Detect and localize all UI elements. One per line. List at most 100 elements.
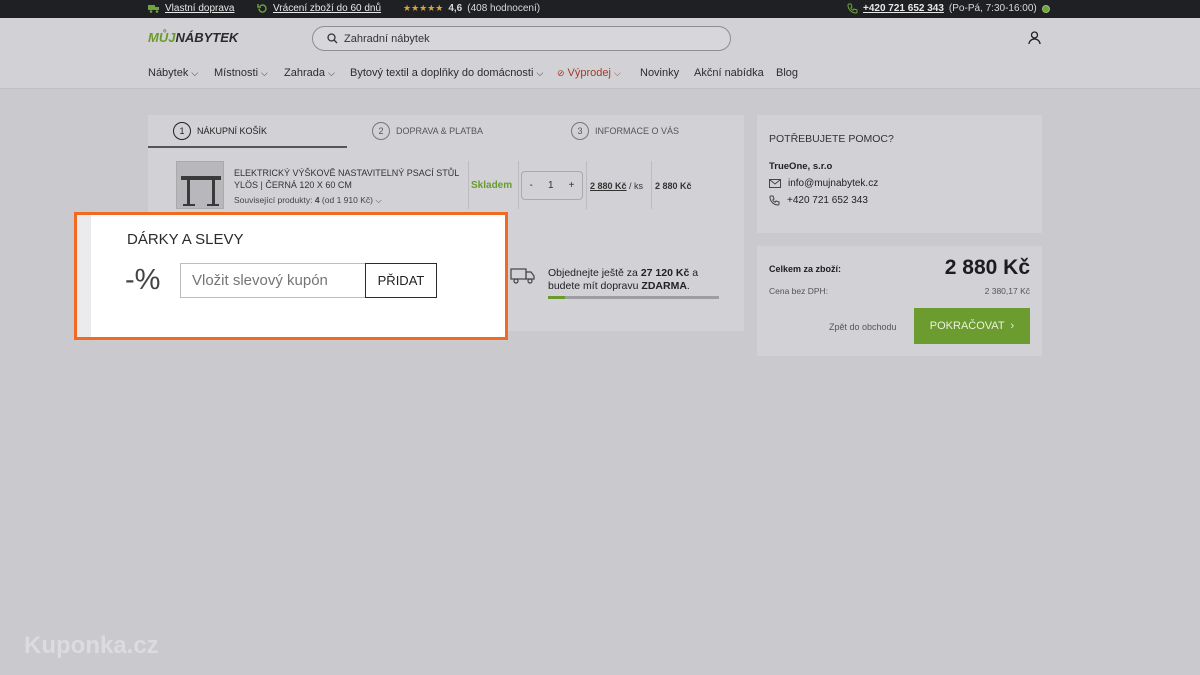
opening-hours: (Po-Pá, 7:30-16:00) (948, 3, 1037, 14)
line-total: 2 880 Kč (655, 181, 692, 191)
step-number: 2 (372, 122, 390, 140)
nav-item-zahrada[interactable]: Zahrada ⌵ (284, 67, 335, 79)
chevron-down-icon: ⌵ (613, 67, 621, 78)
unit-suffix: / ks (629, 181, 644, 191)
nav-item-blog[interactable]: Blog (776, 67, 798, 79)
nav-item-nabytek[interactable]: Nábytek ⌵ (148, 67, 198, 79)
nav-item-vyprodej[interactable]: ⊘ Výprodej ⌵ (557, 67, 621, 79)
help-panel: POTŘEBUJETE POMOC? TrueOne, s.r.o info@m… (757, 115, 1042, 233)
logo-part-b: NÁBYTEK (175, 30, 239, 45)
ship-text-b: a (692, 267, 699, 279)
progress-fill (548, 296, 566, 299)
step-number: 1 (173, 122, 191, 140)
back-to-shop-link[interactable]: Zpět do obchodu (829, 322, 897, 332)
step-label: INFORMACE O VÁS (595, 126, 680, 136)
free-shipping-text: Objednejte ještě za 27 120 Kč a budete m… (548, 267, 699, 292)
qty-value[interactable]: 1 (548, 180, 554, 191)
add-coupon-button[interactable]: PŘIDAT (365, 263, 437, 298)
site-logo[interactable]: MŮJNÁBYTEK (148, 30, 238, 45)
logo-part-a: MŮJ (148, 30, 176, 45)
related-products[interactable]: Související produkty: 4 (od 1 910 Kč) ⌵ (234, 195, 382, 206)
step-info[interactable]: 3 INFORMACE O VÁS (571, 122, 679, 140)
chevron-down-icon: ⌵ (375, 195, 382, 205)
shipping-link[interactable]: Vlastní doprava (165, 3, 235, 14)
total-value: 2 880 Kč (944, 256, 1030, 279)
ship-free: ZDARMA (641, 280, 687, 292)
help-email-text[interactable]: info@mujnabytek.cz (788, 178, 878, 189)
qty-plus-button[interactable]: + (569, 180, 575, 191)
return-arrow-icon (257, 4, 267, 13)
rating-stars-icon: ★★★★★ (403, 3, 444, 13)
nav-label: Zahrada (284, 67, 325, 79)
help-title: POTŘEBUJETE POMOC? (769, 133, 894, 145)
nav-item-mistnosti[interactable]: Místnosti ⌵ (214, 67, 268, 79)
ship-text-a: Objednejte ještě za (548, 267, 638, 279)
phone-icon (847, 3, 858, 14)
ship-text-c: budete mít dopravu (548, 280, 639, 292)
unit-price-value: 2 880 Kč (590, 181, 627, 191)
user-account-icon[interactable] (1028, 31, 1041, 50)
coupon-title: DÁRKY A SLEVY (127, 231, 244, 248)
coupon-input[interactable] (180, 263, 366, 298)
help-email[interactable]: info@mujnabytek.cz (769, 178, 1030, 189)
nav-label: Místnosti (214, 67, 259, 79)
step-number: 3 (571, 122, 589, 140)
continue-label: POKRAČOVAT (929, 320, 1005, 332)
unit-price: 2 880 Kč / ks (590, 181, 643, 191)
phone-icon (769, 195, 780, 206)
qty-minus-button[interactable]: - (530, 180, 533, 191)
free-shipping-info: Objednejte ještě za 27 120 Kč a budete m… (510, 267, 719, 299)
site-header: MŮJNÁBYTEK Zahradní nábytek Nábytek ⌵ Mís… (0, 18, 1200, 89)
online-status-icon (1041, 4, 1050, 13)
search-box[interactable]: Zahradní nábytek (312, 26, 731, 51)
divider (651, 161, 652, 209)
chevron-down-icon: ⌵ (327, 67, 335, 78)
rating-count: (408 hodnocení) (467, 3, 541, 14)
continue-button[interactable]: POKRAČOVAT › (914, 308, 1030, 344)
discount-percent-icon: -% (125, 264, 161, 296)
phone-link[interactable]: +420 721 652 343 (863, 3, 944, 14)
related-price: (od 1 910 Kč) (321, 195, 373, 205)
total-label: Celkem za zboží: (769, 264, 842, 274)
quantity-stepper[interactable]: - 1 + (521, 171, 583, 200)
active-step-indicator (148, 146, 347, 148)
related-count: 4 (314, 195, 320, 205)
delivery-truck-icon (510, 268, 535, 284)
nav-label: Akční nabídka (694, 67, 764, 79)
nav-item-akcni[interactable]: Akční nabídka (694, 67, 764, 79)
chevron-down-icon: ⌵ (191, 67, 199, 78)
nav-item-novinky[interactable]: Novinky (640, 67, 679, 79)
nav-item-textil[interactable]: Bytový textil a doplňky do domácnosti ⌵ (350, 67, 543, 79)
divider (518, 161, 519, 209)
coupon-edge (77, 215, 91, 337)
nav-label: Novinky (640, 67, 680, 79)
help-phone[interactable]: +420 721 652 343 (769, 195, 1030, 206)
product-image[interactable] (176, 161, 224, 209)
shipping-info[interactable]: Vlastní doprava (148, 3, 235, 14)
search-icon (327, 33, 338, 44)
nav-label: Výprodej (567, 67, 611, 79)
top-info-bar: Vlastní doprava Vrácení zboží do 60 dnů … (0, 0, 1200, 18)
help-phone-text[interactable]: +420 721 652 343 (787, 195, 868, 206)
phone-info: +420 721 652 343 (Po-Pá, 7:30-16:00) (847, 3, 1050, 14)
checkout-steps: 1 NÁKUPNÍ KOŠÍK 2 DOPRAVA & PLATBA 3 INFORM… (148, 115, 744, 148)
search-input[interactable]: Zahradní nábytek (344, 33, 430, 45)
free-shipping-progress (548, 296, 719, 299)
step-shipping[interactable]: 2 DOPRAVA & PLATBA (372, 122, 483, 140)
step-label: NÁKUPNÍ KOŠÍK (197, 126, 268, 136)
product-name[interactable]: ELEKTRICKÝ VÝŠKOVĚ NASTAVITELNÝ PSACÍ ST… (234, 167, 466, 191)
returns-link[interactable]: Vrácení zboží do 60 dnů (273, 3, 381, 14)
coupon-highlight-box: DÁRKY A SLEVY -% PŘIDAT (74, 212, 508, 340)
nav-label: Nábytek (148, 67, 189, 79)
step-cart[interactable]: 1 NÁKUPNÍ KOŠÍK (173, 122, 267, 140)
chevron-right-icon: › (1010, 320, 1015, 332)
rating-value: 4,6 (448, 3, 463, 14)
returns-info[interactable]: Vrácení zboží do 60 dnů (257, 3, 381, 14)
related-label: Související produkty: (234, 195, 313, 205)
company-name: TrueOne, s.r.o (769, 161, 833, 172)
chevron-down-icon: ⌵ (261, 67, 268, 78)
rating-info[interactable]: ★★★★★ 4,6 (408 hodnocení) (403, 3, 540, 14)
order-summary: Celkem za zboží: 2 880 Kč Cena bez DPH: … (757, 246, 1042, 356)
sale-icon: ⊘ (557, 67, 565, 78)
chevron-down-icon: ⌵ (536, 67, 544, 78)
